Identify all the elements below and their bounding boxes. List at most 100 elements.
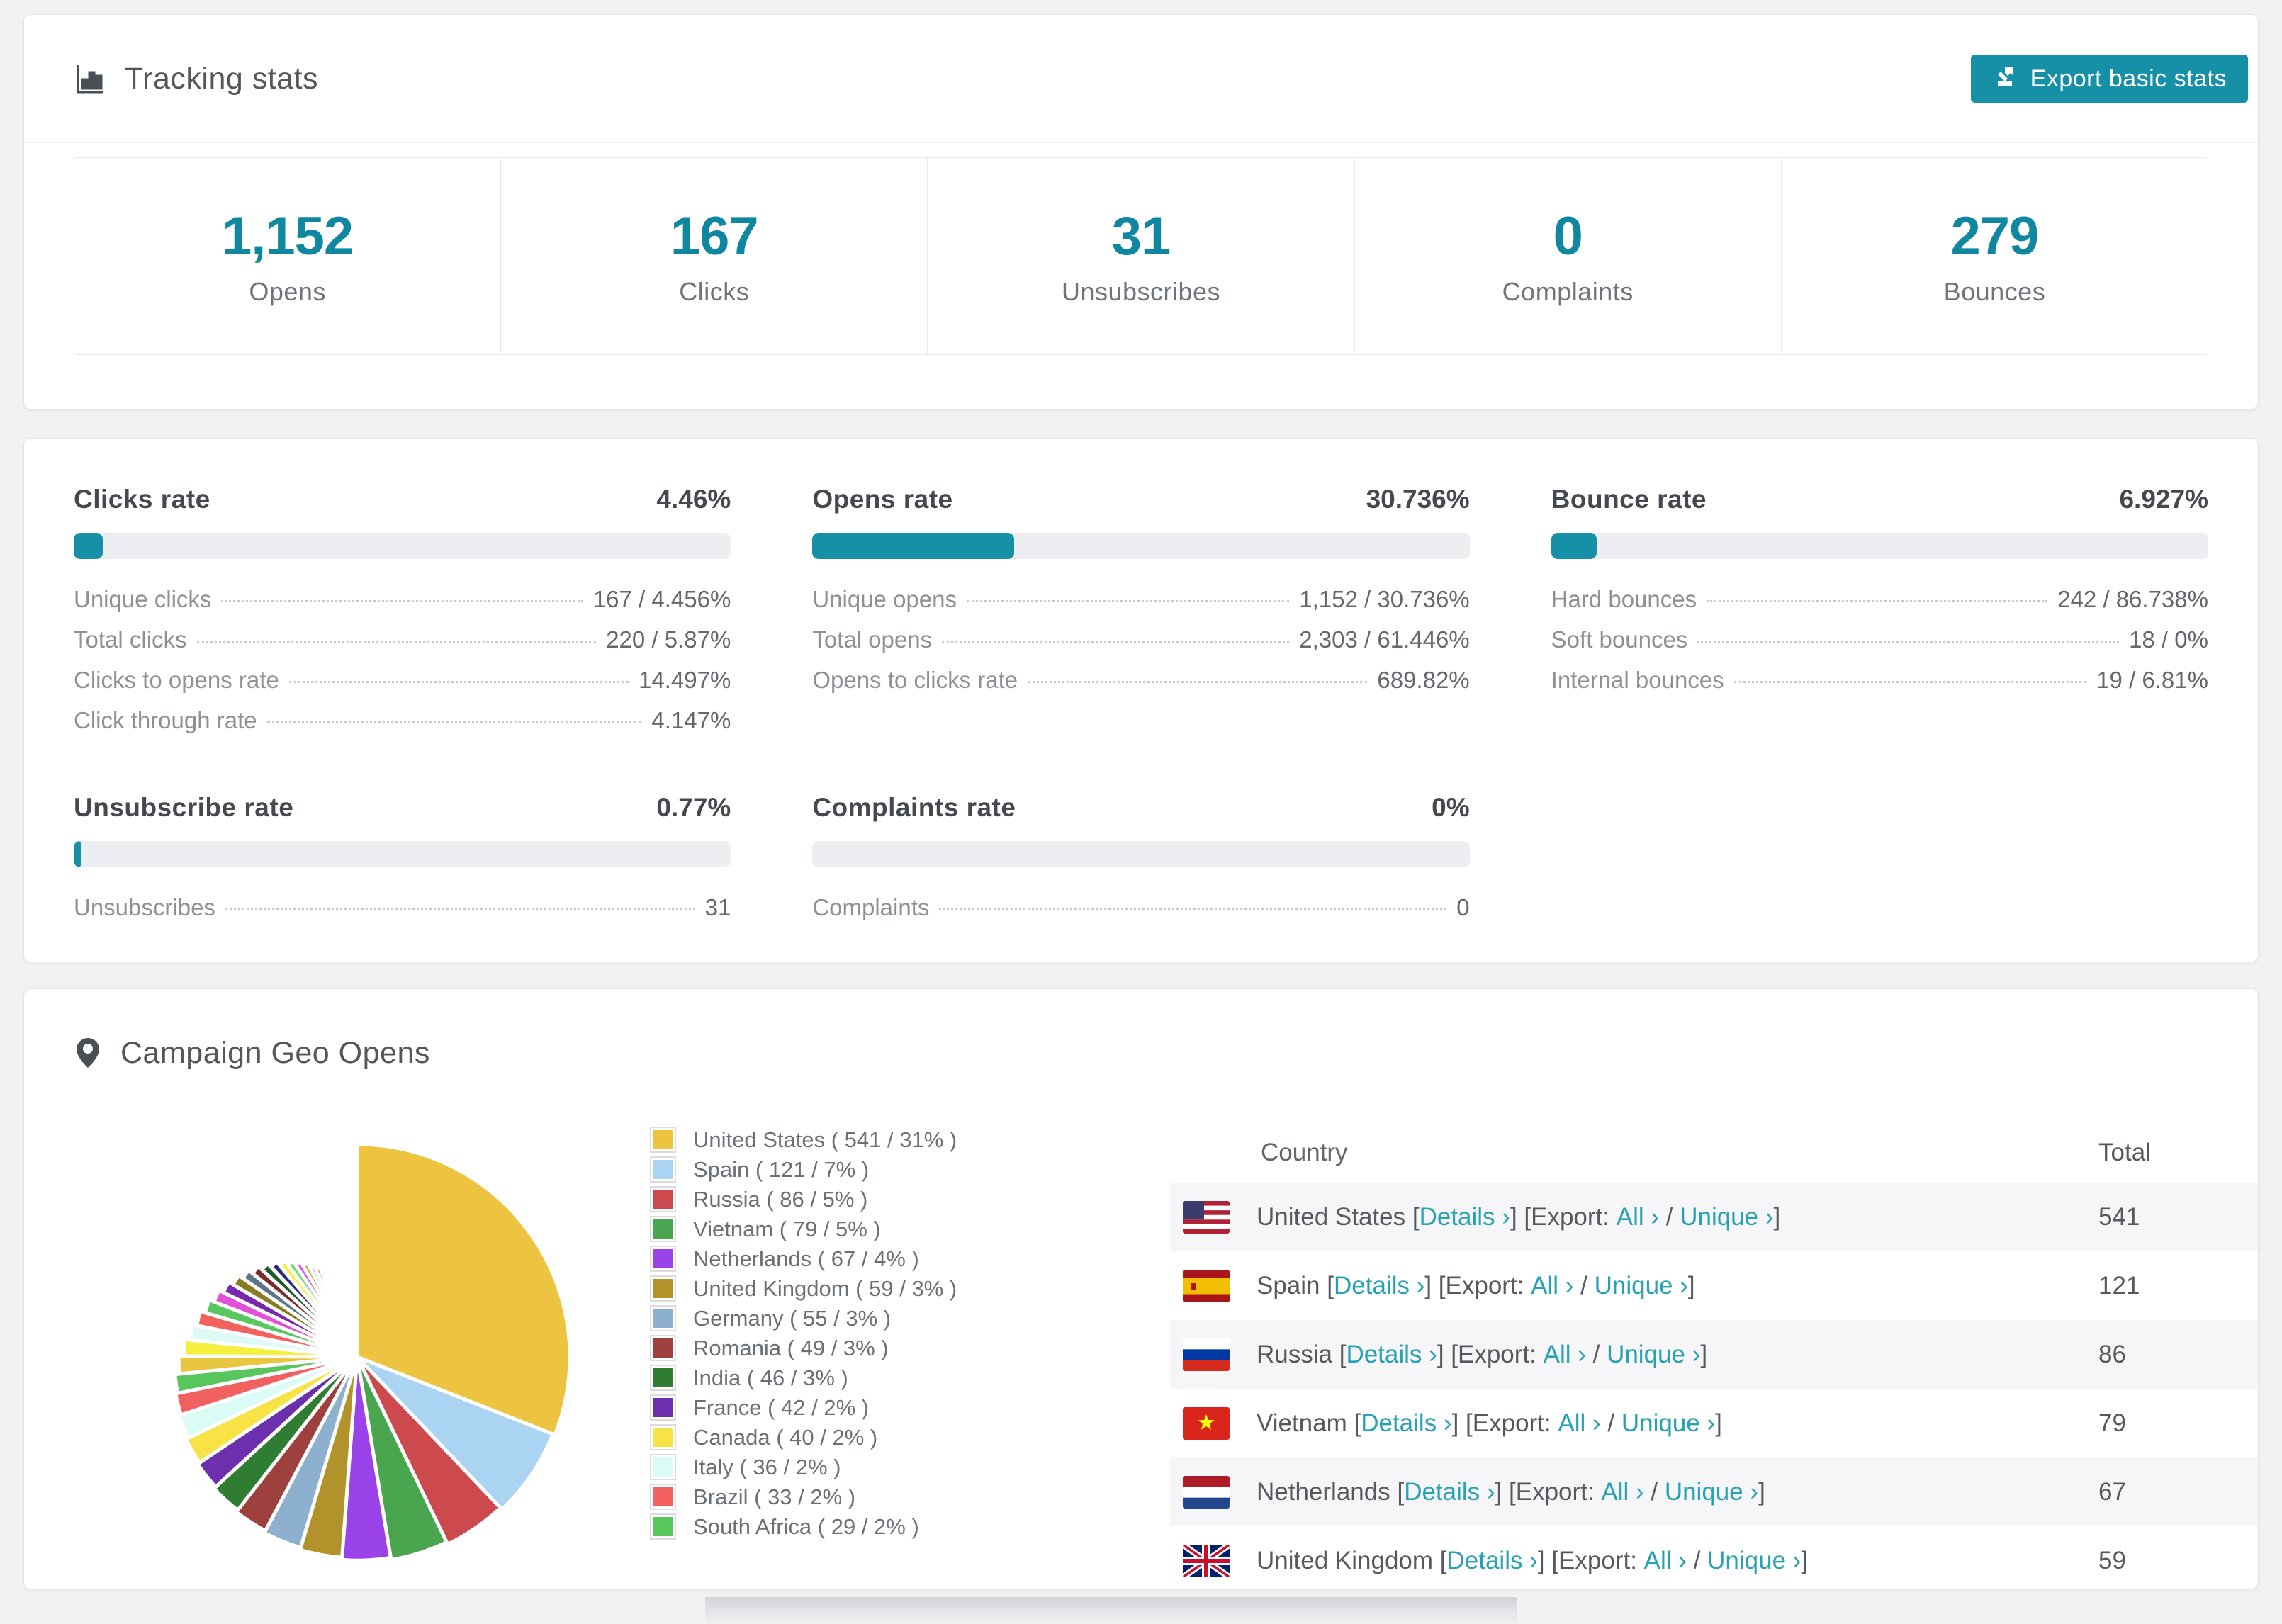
legend-item-canada[interactable]: Canada ( 40 / 2% ) (651, 1424, 1170, 1450)
legend-item-spain[interactable]: Spain ( 121 / 7% ) (651, 1157, 1170, 1182)
dotted-leader (942, 641, 1290, 643)
export-basic-stats-button[interactable]: Export basic stats (1970, 55, 2248, 103)
progress-fill-bounce-rate (1551, 533, 1597, 559)
geo-table-row-russia: Russia [Details ›] [Export: All › / Uniq… (1170, 1320, 2258, 1389)
legend-label-netherlands: Netherlands ( 67 / 4% ) (693, 1246, 919, 1271)
rate-panel-clicks-rate: Clicks rate 4.46% Unique clicks 167 / 4.456… (74, 485, 731, 748)
details-link-russia[interactable]: Details › (1346, 1341, 1437, 1369)
flag-us-icon (1183, 1200, 1230, 1234)
geo-table-cell-total-united-states: 541 (2098, 1202, 2140, 1231)
legend-label-germany: Germany ( 55 / 3% ) (693, 1305, 892, 1331)
flag-vn-icon (1183, 1406, 1230, 1440)
rate-panel-head-opens-rate: Opens rate 30.736% (812, 485, 1469, 514)
legend-item-romania[interactable]: Romania ( 49 / 3% ) (651, 1336, 1170, 1360)
flag-nl-icon (1183, 1475, 1230, 1509)
rate-row-clicks-to-opens-rate: Clicks to opens rate 14.497% (74, 667, 731, 707)
legend-label-canada: Canada ( 40 / 2% ) (693, 1424, 878, 1450)
legend-item-russia[interactable]: Russia ( 86 / 5% ) (651, 1187, 1170, 1212)
export-unique-link-united-kingdom[interactable]: Unique › (1707, 1547, 1801, 1575)
legend-swatch-netherlands (651, 1247, 675, 1270)
legend-item-brazil[interactable]: Brazil ( 33 / 2% ) (651, 1484, 1170, 1509)
rate-title-clicks-rate: Clicks rate (74, 485, 210, 514)
country-name-spain: Spain (1257, 1271, 1320, 1299)
export-unique-link-united-states[interactable]: Unique › (1680, 1203, 1773, 1231)
rate-rows-bounce-rate: Hard bounces 242 / 86.738% Soft bounces 18 … (1551, 586, 2208, 707)
legend-swatch-russia (651, 1188, 675, 1211)
legend-label-india: India ( 46 / 3% ) (693, 1365, 848, 1390)
geo-table-cell-total-russia: 86 (2098, 1340, 2126, 1368)
rate-row-label-soft-bounces: Soft bounces (1551, 626, 1688, 653)
details-link-spain[interactable]: Details › (1334, 1272, 1424, 1300)
legend-item-italy[interactable]: Italy ( 36 / 2% ) (651, 1454, 1170, 1479)
export-all-link-russia[interactable]: All › (1544, 1341, 1586, 1369)
details-link-vietnam[interactable]: Details › (1361, 1409, 1451, 1438)
legend-item-united-states[interactable]: United States ( 541 / 31% ) (651, 1127, 1170, 1152)
export-unique-link-russia[interactable]: Unique › (1607, 1341, 1700, 1369)
geo-table-cell-total-spain: 121 (2098, 1271, 2140, 1299)
legend-swatch-united-kingdom (651, 1277, 675, 1300)
details-link-united-kingdom[interactable]: Details › (1447, 1547, 1538, 1575)
rate-row-label-unique-opens: Unique opens (812, 586, 957, 612)
legend-swatch-spain (651, 1158, 675, 1181)
geo-table-header-total: Total (2098, 1139, 2151, 1166)
geo-body: United States ( 541 / 31% ) Spain ( 121 /… (24, 1117, 2258, 1589)
flag-es-icon (1183, 1269, 1230, 1302)
rate-value-opens-rate: 30.736% (1366, 485, 1470, 514)
geo-pie-chart[interactable] (130, 1123, 584, 1589)
rate-value-clicks-rate: 4.46% (656, 485, 731, 514)
tracking-stats-title: Tracking stats (74, 62, 318, 96)
legend-swatch-france (651, 1396, 675, 1419)
export-all-link-netherlands[interactable]: All › (1601, 1478, 1643, 1506)
rate-rows-unsubscribe-rate: Unsubscribes 31 (74, 894, 731, 935)
stat-unsubscribes: 31 Unsubscribes (928, 158, 1355, 354)
flag-gb-icon (1183, 1544, 1230, 1577)
legend-item-germany[interactable]: Germany ( 55 / 3% ) (651, 1305, 1170, 1331)
geo-table-cell-total-united-kingdom: 59 (2098, 1546, 2126, 1574)
export-unique-link-vietnam[interactable]: Unique › (1621, 1409, 1715, 1438)
legend-swatch-south-africa (651, 1515, 675, 1538)
export-all-link-united-states[interactable]: All › (1617, 1203, 1659, 1231)
rate-panel-head-unsubscribe-rate: Unsubscribe rate 0.77% (74, 793, 731, 823)
stat-bounces: 279 Bounces (1782, 158, 2208, 354)
export-all-link-spain[interactable]: All › (1531, 1272, 1573, 1300)
export-unique-link-spain[interactable]: Unique › (1595, 1272, 1688, 1300)
dotted-leader (266, 721, 642, 723)
rate-row-value-click-through-rate: 4.147% (651, 707, 731, 733)
legend-item-netherlands[interactable]: Netherlands ( 67 / 4% ) (651, 1246, 1170, 1271)
stat-label-complaints: Complaints (1502, 277, 1634, 306)
export-unique-link-netherlands[interactable]: Unique › (1665, 1478, 1758, 1506)
rate-row-value-unsubscribes: 31 (704, 894, 731, 920)
bar-chart-icon (74, 62, 106, 95)
geo-table-cell-country-spain: Spain [Details ›] [Export: All › / Uniqu… (1170, 1269, 2098, 1302)
geo-pie-svg[interactable] (130, 1123, 584, 1589)
rate-row-unique-opens: Unique opens 1,152 / 30.736% (812, 586, 1469, 626)
geo-table-header: Country Total (1170, 1123, 2258, 1183)
rate-panel-head-clicks-rate: Clicks rate 4.46% (74, 485, 731, 514)
legend-item-vietnam[interactable]: Vietnam ( 79 / 5% ) (651, 1217, 1170, 1241)
stat-label-opens: Opens (249, 277, 326, 306)
legend-item-united-kingdom[interactable]: United Kingdom ( 59 / 3% ) (651, 1276, 1170, 1301)
legend-item-france[interactable]: France ( 42 / 2% ) (651, 1395, 1170, 1420)
country-name-united-states: United States (1257, 1202, 1406, 1231)
legend-item-south-africa[interactable]: South Africa ( 29 / 2% ) (651, 1514, 1170, 1539)
dotted-leader (221, 600, 583, 602)
rate-rows-clicks-rate: Unique clicks 167 / 4.456% Total clicks 220… (74, 586, 731, 748)
rate-row-label-total-opens: Total opens (812, 626, 933, 653)
dotted-leader (196, 641, 597, 643)
geo-table-row-vietnam: Vietnam [Details ›] [Export: All › / Uni… (1170, 1389, 2258, 1457)
legend-item-india[interactable]: India ( 46 / 3% ) (651, 1365, 1170, 1390)
progress-track-complaints-rate (812, 841, 1470, 867)
details-link-netherlands[interactable]: Details › (1404, 1478, 1495, 1506)
stat-value-unsubscribes: 31 (1111, 206, 1171, 266)
export-icon (1992, 63, 2018, 95)
country-name-netherlands: Netherlands (1257, 1477, 1390, 1506)
geo-table-row-united-states: United States [Details ›] [Export: All ›… (1170, 1183, 2258, 1251)
details-link-united-states[interactable]: Details › (1420, 1203, 1510, 1231)
legend-label-italy: Italy ( 36 / 2% ) (693, 1454, 841, 1479)
export-all-link-vietnam[interactable]: All › (1558, 1409, 1600, 1438)
rate-row-label-complaints: Complaints (812, 894, 930, 920)
export-all-link-united-kingdom[interactable]: All › (1644, 1547, 1687, 1575)
rate-title-complaints-rate: Complaints rate (812, 793, 1016, 822)
legend-swatch-germany (651, 1307, 675, 1330)
geo-table-cell-country-vietnam: Vietnam [Details ›] [Export: All › / Uni… (1170, 1406, 2098, 1440)
